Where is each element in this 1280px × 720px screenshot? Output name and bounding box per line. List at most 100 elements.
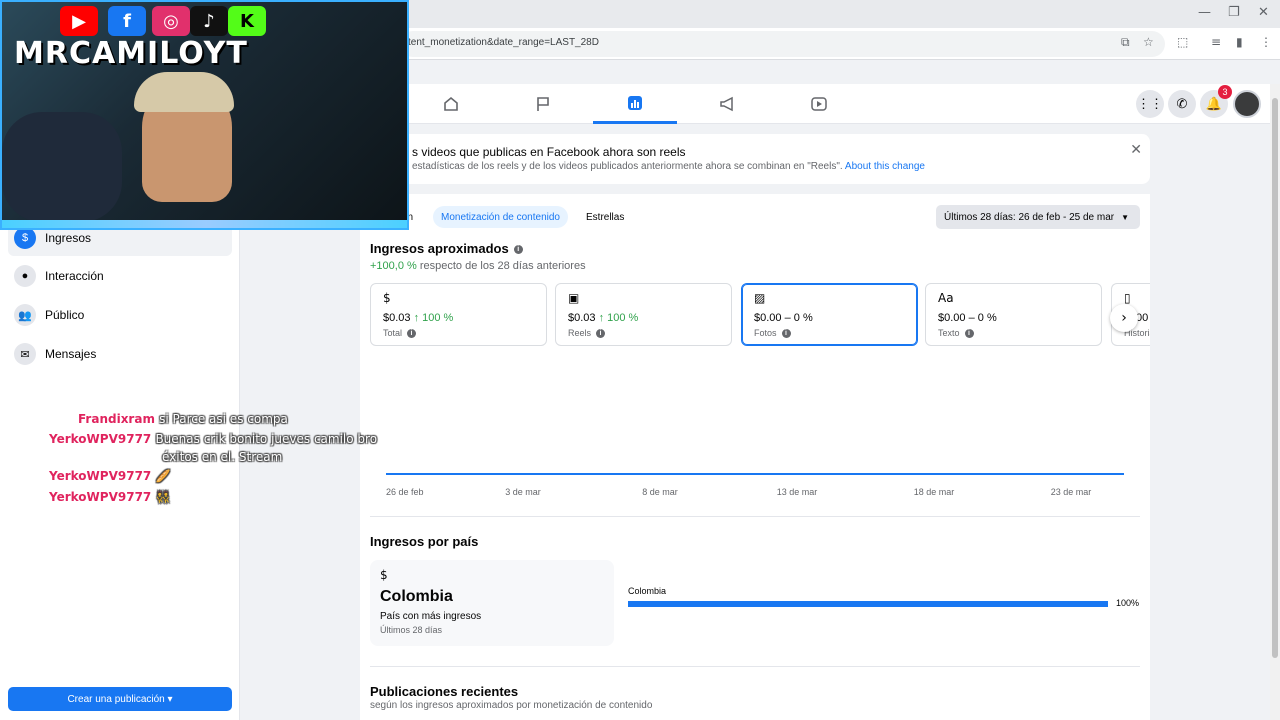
grid-icon: ⋮⋮ [1137,96,1163,111]
metric-label: Texto [938,328,960,338]
metric-change: ↑ 100 % [413,312,454,324]
channel-logo: MRCAMILOYT [14,36,248,71]
bell-icon: 🔔 [1205,96,1223,111]
reels-icon: ▣ [568,291,580,305]
home-icon [444,96,458,111]
metric-change: – 0 % [968,312,997,324]
dollar-icon: $ [14,227,36,249]
close-window-icon[interactable]: ✕ [1258,5,1269,20]
text-icon: Aa [938,291,954,305]
chevron-right-icon[interactable]: › [1110,304,1138,332]
metric-value-row: $0.00 – 0 % [938,312,997,324]
banner-text: estadísticas de los reels y de los video… [412,161,925,172]
sidebar-item-label: Público [45,308,85,322]
chat-message: YerkoWPV9777 Buenas crik bonito jueves c… [49,432,377,446]
reels-info-banner: s videos que publicas en Facebook ahora … [360,134,1150,184]
scrollbar-thumb[interactable] [1272,98,1278,658]
metric-change: – 0 % [784,312,813,324]
close-icon[interactable]: ✕ [1130,142,1142,158]
avatar[interactable] [1233,90,1261,118]
cast-icon[interactable]: ⧉ [1121,35,1130,50]
nav-ads-tab[interactable] [685,84,769,124]
info-icon[interactable]: i [513,245,523,255]
create-post-button[interactable]: Crear una publicación ▾ [8,687,232,711]
chat-emote: 🥖 [155,469,171,483]
top-country-card: $ Colombia País con más ingresos Últimos… [370,560,614,646]
country-bar-track [628,601,1108,607]
metric-label-row: Fotos i [754,328,791,339]
nav-insights-tab[interactable] [593,84,677,124]
sidebar-item-interaccion[interactable]: ● Interacción [8,258,232,294]
sidebar-item-label: Mensajes [45,347,97,361]
info-icon[interactable]: i [964,329,974,339]
metric-value: $0.03 [383,312,411,324]
sidebar-item-publico[interactable]: 👥 Público [8,297,232,333]
banner-description: estadísticas de los reels y de los video… [412,161,843,172]
date-range-dropdown[interactable]: Últimos 28 días: 26 de feb - 25 de mar ▼ [936,205,1140,229]
about-change-link[interactable]: About this change [845,161,925,172]
banner-title: s videos que publicas en Facebook ahora … [412,145,686,159]
chat-emote: 👯 [155,490,171,504]
maximize-icon[interactable]: ❐ [1228,5,1240,20]
messenger-button[interactable]: ✆ [1168,90,1196,118]
metric-card-texto[interactable]: Aa $0.00 – 0 % Texto i [925,283,1102,346]
country-period: Últimos 28 días [380,625,443,635]
country-name: Colombia [380,588,453,605]
webcam-overlay: MRCAMILOYT ▶ f ◎ ♪ K [0,0,409,230]
sidebar-item-mensajes[interactable]: ✉ Mensajes [8,336,232,372]
dollar-circle-icon: $ [383,291,391,305]
page-scrollbar[interactable] [1270,84,1280,720]
chat-message: YerkoWPV9777 🥖 [49,469,170,483]
metric-card-fotos[interactable]: ▨ $0.00 – 0 % Fotos i [741,283,918,346]
extension-icon[interactable]: ⬚ [1177,35,1188,49]
address-bar[interactable]: tent_monetization&date_range=LAST_28D [400,31,1165,57]
gaming-chair [2,112,122,222]
chart-x-tick-label: 3 de mar [505,487,541,497]
nav-pages-tab[interactable] [501,84,585,124]
messenger-icon: ✆ [1176,96,1188,111]
date-range-label: Últimos 28 días: 26 de feb - 25 de mar [944,211,1115,223]
chat-message: YerkoWPV9777 👯 [49,490,170,504]
nav-home-tab[interactable] [409,84,493,124]
profile-icon[interactable]: ▮ [1236,35,1243,49]
notification-count-badge: 3 [1218,85,1232,99]
info-icon[interactable]: i [596,329,606,339]
metric-value: $0.03 [568,312,596,324]
chat-message: Frandixram si Parce asi es compa [78,412,288,426]
chart-x-tick-label: 23 de mar [1051,487,1092,497]
earnings-title: Ingresos aproximados [370,241,509,256]
country-title: Ingresos por país [370,534,479,549]
earnings-change-value: +100,0 % [370,260,417,272]
messages-icon: ✉ [14,343,36,365]
metric-label: Reels [568,328,592,338]
chat-text: Buenas crik bonito jueves camilo bro [155,432,378,446]
menu-icon[interactable]: ⋮ [1260,35,1272,49]
chat-username: YerkoWPV9777 [49,432,152,446]
country-bar-fill [628,601,1108,607]
tab-monetizacion[interactable]: Monetización de contenido [433,206,568,228]
metric-card-reels[interactable]: ▣ $0.03 ↑ 100 % Reels i [555,283,732,346]
apps-menu-button[interactable]: ⋮⋮ [1136,90,1164,118]
insights-icon [628,95,642,110]
star-icon[interactable]: ☆ [1143,35,1154,49]
tab-estrellas[interactable]: Estrellas [578,206,632,228]
recent-posts-subtitle: según los ingresos aproximados por monet… [370,700,653,711]
chart-x-tick-label: 8 de mar [642,487,678,497]
earnings-change-text: respecto de los 28 días anteriores [419,260,586,272]
info-icon[interactable]: i [781,329,791,339]
metric-value-row: $0.03 ↑ 100 % [383,312,453,324]
metric-label: Total [383,328,403,338]
nav-video-tab[interactable] [777,84,861,124]
minimize-icon[interactable]: — [1198,5,1211,20]
country-caption: País con más ingresos [380,611,482,622]
sidebar-item-label: Ingresos [45,231,92,245]
url-text[interactable]: tent_monetization&date_range=LAST_28D [408,37,599,48]
webcam-glow-border [2,220,407,228]
metric-card-total[interactable]: $ $0.03 ↑ 100 % Total i [370,283,547,346]
streamer-cap [134,72,234,112]
info-icon[interactable]: i [407,329,417,339]
earnings-title-row: Ingresos aproximados i [370,241,523,256]
playlist-icon[interactable]: ≡ [1211,35,1221,49]
notifications-button[interactable]: 🔔 3 [1200,85,1232,118]
earnings-chart: 26 de feb 3 de mar 8 de mar 13 de mar 18 de … [386,473,1124,497]
